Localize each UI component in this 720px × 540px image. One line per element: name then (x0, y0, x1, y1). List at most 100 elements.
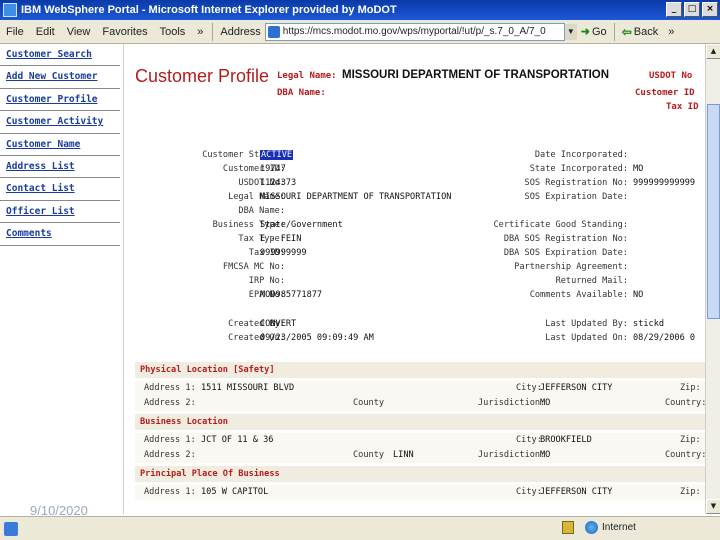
sidebar-item-officer-list[interactable]: Officer List (0, 201, 120, 224)
back-arrow-icon: ⇦ (621, 24, 632, 39)
address2-label: Address 2: (144, 398, 196, 408)
detail-row: FMCSA MC No: Partnership Agreement: (125, 262, 705, 276)
address-dropdown-icon[interactable]: ▼ (564, 23, 577, 40)
sidebar-item-add-new-customer[interactable]: Add New Customer (0, 66, 120, 89)
zip-label: Zip: (680, 435, 701, 445)
sidebar-item-comments[interactable]: Comments (0, 223, 120, 246)
partnership-agreement-label: Partnership Agreement: (514, 262, 628, 272)
minimize-button[interactable]: _ (666, 2, 682, 17)
legal-name-detail-value: MISSOURI DEPARTMENT OF TRANSPORTATION (260, 192, 452, 202)
sidebar-item-customer-search[interactable]: Customer Search (0, 44, 120, 67)
page-title: Customer Profile (135, 66, 270, 86)
dba-name-detail-label: DBA Name: (238, 206, 285, 216)
menu-separator (613, 22, 615, 41)
maximize-button[interactable]: □ (684, 2, 700, 17)
sidebar-item-customer-name[interactable]: Customer Name (0, 134, 120, 156)
section-header-business-location: Business Location (135, 414, 705, 430)
date-incorporated-label: Date Incorporated: (534, 150, 628, 160)
menu-edit[interactable]: Edit (30, 26, 61, 38)
scroll-thumb[interactable] (707, 104, 720, 319)
fmcsa-mc-label: FMCSA MC No: (222, 262, 285, 272)
sidebar-item-customer-activity[interactable]: Customer Activity (0, 111, 120, 134)
usdot-value: 1124373 (260, 178, 297, 188)
scroll-up-icon[interactable]: ▲ (706, 44, 720, 59)
customer-status-value: ACTIVE (260, 150, 294, 160)
zip-label: Zip: (680, 383, 701, 393)
address-input[interactable]: https://mcs.modot.mo.gov/wps/myportal/!u… (283, 26, 546, 37)
updated-by-label: Last Updated By: (545, 319, 628, 329)
lock-icon (562, 521, 574, 534)
dba-name-label: DBA Name: (277, 88, 326, 98)
customer-id-value: 19747 (260, 164, 286, 174)
section-header-physical-location: Physical Location [Safety] (135, 362, 705, 378)
date-overlay: 9/10/2020 (30, 503, 88, 518)
menu-overflow[interactable]: » (191, 26, 209, 38)
menu-tools[interactable]: Tools (154, 26, 192, 38)
address2-label: Address 2: (144, 450, 196, 460)
sidebar: Customer Search Add New Customer Custome… (0, 44, 124, 514)
dba-sos-registration-label: DBA SOS Registration No: (503, 234, 628, 244)
detail-row: Customer ID: 19747 State Incorporated: M… (125, 164, 705, 178)
customer-id-header-label: Customer ID (635, 88, 695, 98)
detail-row: DBA Name: (125, 206, 705, 220)
legal-name-value: MISSOURI DEPARTMENT OF TRANSPORTATION (342, 69, 610, 81)
returned-mail-label: Returned Mail: (555, 276, 628, 286)
tax-type-value: E - FEIN (260, 234, 302, 244)
city-label: City: (516, 487, 542, 497)
address-row: Address 1: 1511 MISSOURI BLVD City: JEFF… (135, 381, 705, 396)
comments-available-value: NO (633, 290, 644, 300)
detail-row: USDOT No: 1124373 SOS Registration No: 9… (125, 178, 705, 192)
detail-row: Business Type: State/Government Certific… (125, 220, 705, 234)
detail-row: EPA No: MOD985771877 Comments Available:… (125, 290, 705, 304)
jurisdiction-label: Jurisdiction: (478, 450, 546, 460)
jurisdiction-label: Jurisdiction: (478, 398, 546, 408)
window-title: IBM WebSphere Portal - Microsoft Interne… (21, 4, 397, 16)
toolbar-overflow[interactable]: » (662, 26, 680, 38)
county-label: County (353, 398, 385, 408)
menu-view[interactable]: View (61, 26, 97, 38)
sos-registration-value: 999999999999 (633, 178, 696, 188)
zone-label: Internet (602, 522, 636, 533)
window-title-bar: IBM WebSphere Portal - Microsoft Interne… (0, 0, 720, 20)
close-button[interactable]: × (702, 2, 718, 17)
main-content: Customer Profile Legal Name: MISSOURI DE… (125, 44, 705, 514)
state-incorporated-value: MO (633, 164, 644, 174)
vertical-scrollbar[interactable]: ▲ ▼ (705, 44, 720, 514)
city-value: JEFFERSON CITY (540, 487, 613, 497)
usdot-header-label: USDOT No (649, 71, 693, 81)
city-label: City: (516, 383, 542, 393)
city-value: BROOKFIELD (540, 435, 592, 445)
detail-row: Customer Status: ACTIVE Date Incorporate… (125, 150, 705, 164)
business-type-value: State/Government (260, 220, 343, 230)
go-button[interactable]: ➜ Go (577, 25, 611, 39)
legal-name-label: Legal Name: (277, 71, 337, 81)
sidebar-item-customer-profile[interactable]: Customer Profile (0, 89, 120, 112)
address1-label: Address 1: (144, 383, 196, 393)
irp-label: IRP No: (248, 276, 285, 286)
address-bar[interactable]: https://mcs.modot.mo.gov/wps/myportal/!u… (264, 22, 565, 41)
created-by-value: CONVERT (260, 319, 297, 329)
state-incorporated-label: State Incorporated: (529, 164, 628, 174)
scroll-down-icon[interactable]: ▼ (706, 499, 720, 514)
window-controls: _ □ × (666, 2, 718, 17)
back-button[interactable]: ⇦ Back (618, 25, 663, 39)
menu-separator (212, 22, 214, 41)
menu-file[interactable]: File (0, 26, 30, 38)
address-row: Address 2: County Jurisdiction: MO Count… (135, 396, 705, 411)
epa-value: MOD985771877 (260, 290, 323, 300)
back-label: Back (633, 25, 659, 38)
page-status-icon (4, 521, 18, 536)
detail-row: Tax ID: 999999999 DBA SOS Expiration Dat… (125, 248, 705, 262)
created-on-value: 09/23/2005 09:09:49 AM (260, 333, 374, 343)
address1-label: Address 1: (144, 487, 196, 497)
city-label: City: (516, 435, 542, 445)
country-label: Country: (665, 398, 705, 408)
address-row: Address 1: 105 W CAPITOL City: JEFFERSON… (135, 485, 705, 500)
zip-label: Zip: (680, 487, 701, 497)
ie-logo-icon (3, 3, 17, 17)
menu-favorites[interactable]: Favorites (96, 26, 153, 38)
jurisdiction-value: MO (540, 398, 551, 408)
address-row: Address 2: County LINN Jurisdiction: MO … (135, 448, 705, 463)
sidebar-item-address-list[interactable]: Address List (0, 156, 120, 179)
sidebar-item-contact-list[interactable]: Contact List (0, 178, 120, 201)
